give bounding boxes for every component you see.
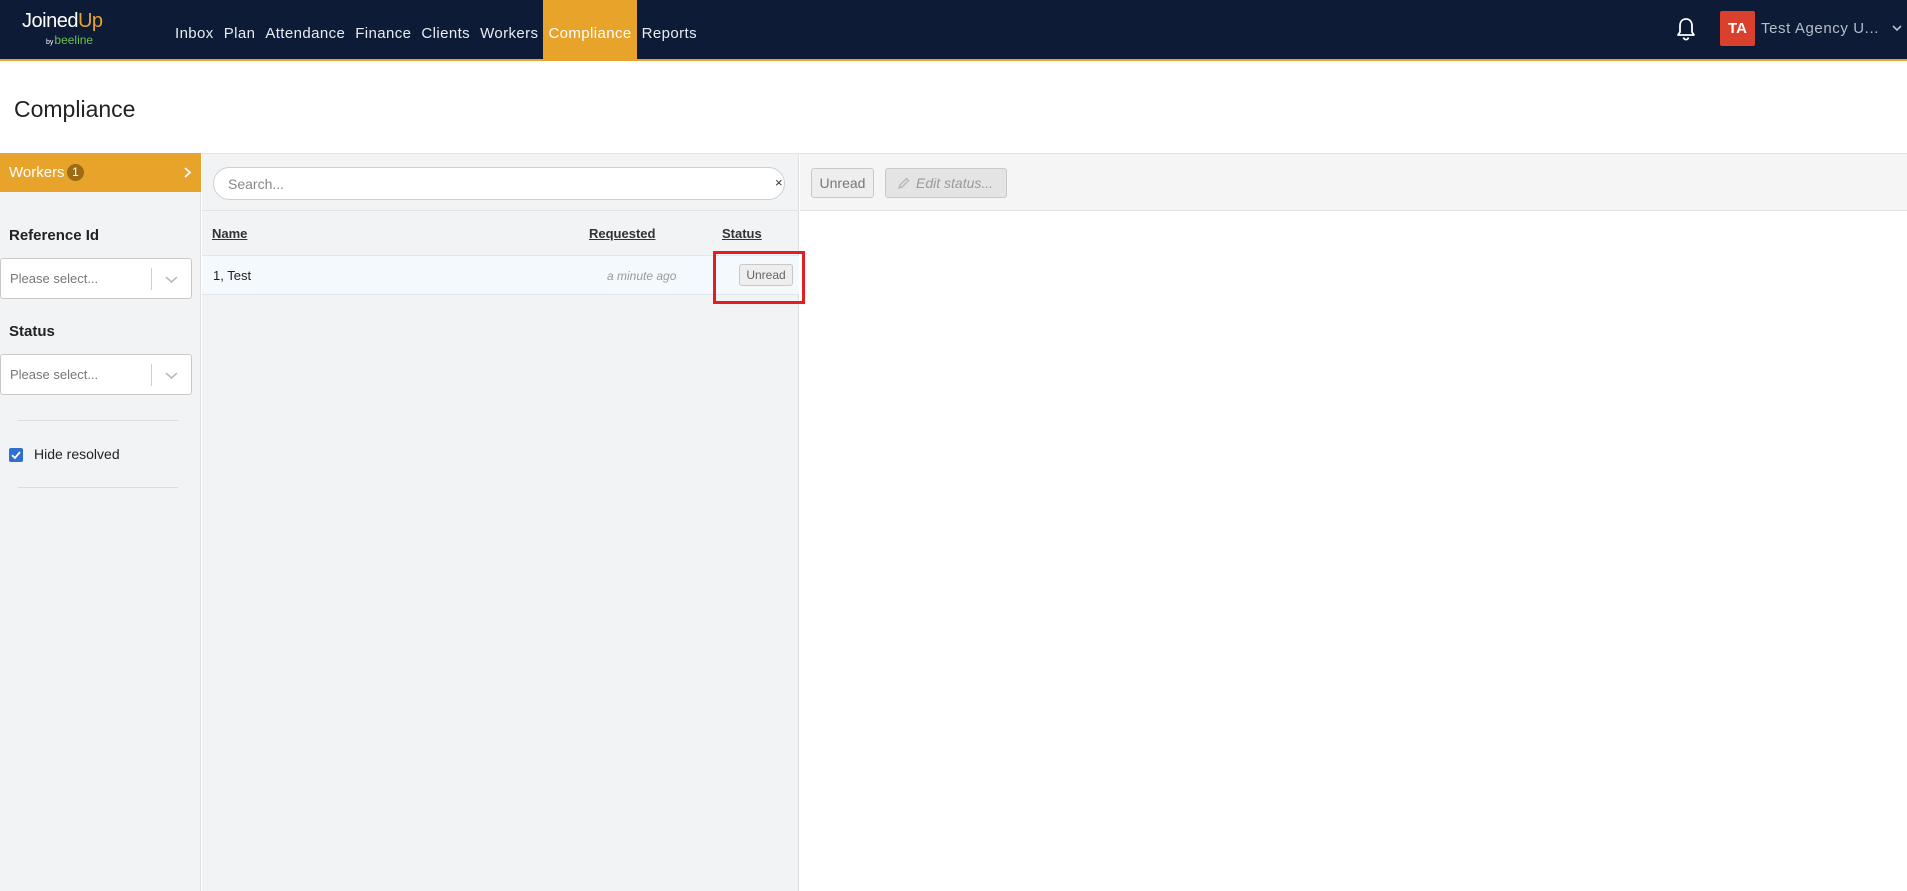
row-requested-time: a minute ago [607, 269, 677, 283]
pencil-icon [897, 177, 910, 190]
select-separator [151, 268, 152, 290]
row-status-badge[interactable]: Unread [739, 264, 793, 286]
status-select[interactable]: Please select... [0, 354, 192, 395]
page-title: Compliance [14, 96, 136, 122]
nav-workers[interactable]: Workers [475, 0, 543, 61]
edit-status-button[interactable]: Edit status... [885, 168, 1007, 198]
search-box: × [213, 167, 785, 200]
workers-count-badge: 1 [67, 164, 84, 181]
search-input[interactable] [228, 174, 748, 194]
list-header: Name Requested Status [202, 210, 799, 255]
chevron-right-icon [184, 167, 192, 178]
filter-sidebar: Workers 1 Reference Id Please select... … [0, 153, 201, 891]
logo-text: Joined [22, 10, 78, 32]
column-header-requested[interactable]: Requested [589, 226, 655, 241]
logo-by-text: by [46, 39, 54, 46]
column-header-status[interactable]: Status [722, 226, 762, 241]
workers-tab-label: Workers [9, 164, 65, 181]
edit-status-label: Edit status... [916, 175, 994, 191]
chevron-down-icon [165, 276, 178, 284]
nav-reports[interactable]: Reports [637, 0, 702, 61]
joinedup-logo[interactable]: JoinedUp bybeeline [22, 10, 122, 50]
nav-clients[interactable]: Clients [416, 0, 475, 61]
chevron-down-icon [165, 372, 178, 380]
workers-tab[interactable]: Workers 1 [0, 153, 201, 192]
reference-id-select[interactable]: Please select... [0, 258, 192, 299]
table-row[interactable]: 1, Test a minute ago [202, 255, 799, 295]
divider [18, 420, 178, 421]
nav-plan[interactable]: Plan [219, 0, 261, 61]
compliance-list-panel: × Name Requested Status 1, Test a minute… [202, 154, 799, 891]
nav-finance[interactable]: Finance [350, 0, 416, 61]
top-navbar: JoinedUp bybeeline Inbox Plan Attendance… [0, 0, 1907, 61]
reference-id-label: Reference Id [9, 227, 100, 244]
chevron-down-icon[interactable] [1891, 22, 1903, 34]
select-separator [151, 364, 152, 386]
row-worker-name: 1, Test [213, 268, 252, 283]
reference-id-placeholder: Please select... [10, 271, 99, 286]
avatar[interactable]: TA [1720, 11, 1755, 46]
hide-resolved-label[interactable]: Hide resolved [34, 446, 120, 462]
logo-subtext: beeline [54, 33, 94, 47]
bell-icon[interactable] [1674, 16, 1698, 42]
status-placeholder: Please select... [10, 367, 99, 382]
clear-search-icon[interactable]: × [775, 175, 783, 190]
user-name[interactable]: Test Agency U... [1761, 20, 1879, 37]
detail-toolbar: Unread Edit status... [800, 154, 1907, 211]
unread-status-button[interactable]: Unread [811, 168, 874, 198]
nav-inbox[interactable]: Inbox [170, 0, 219, 61]
status-filter-label: Status [9, 323, 55, 340]
main-nav: Inbox Plan Attendance Finance Clients Wo… [170, 0, 702, 61]
logo-text-accent: Up [77, 10, 103, 32]
column-header-name[interactable]: Name [212, 226, 247, 241]
nav-attendance[interactable]: Attendance [260, 0, 350, 61]
divider [18, 487, 178, 488]
nav-compliance[interactable]: Compliance [543, 0, 637, 61]
hide-resolved-checkbox[interactable] [9, 448, 23, 462]
